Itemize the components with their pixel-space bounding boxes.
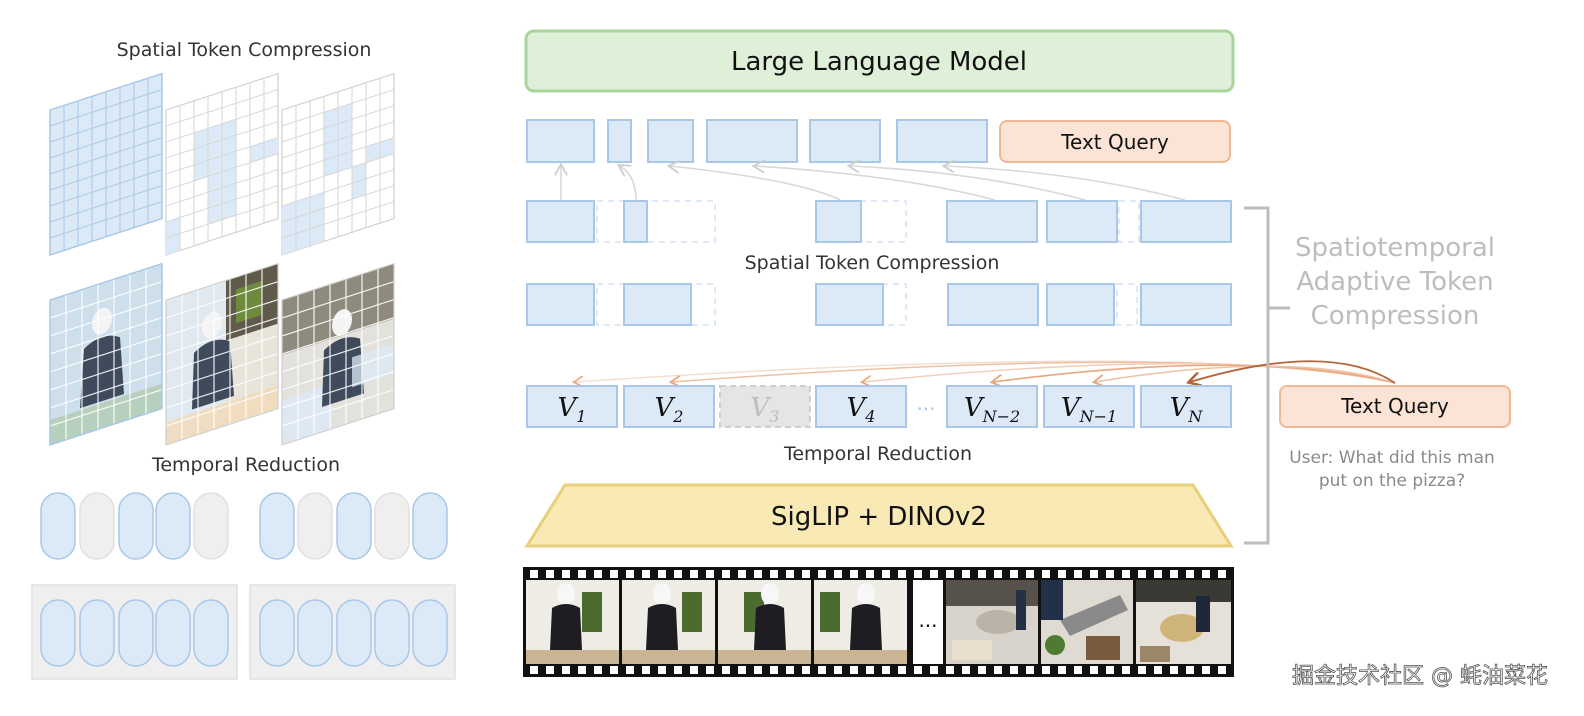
video-frame xyxy=(814,580,907,664)
architecture-diagram: Spatial Token Compression Temporal Reduc… xyxy=(31,29,1548,689)
compressed-tokens-row2 xyxy=(526,283,1232,326)
temporal-reduction-label: Temporal Reduction xyxy=(783,443,972,465)
spatial-compression-title: Spatial Token Compression xyxy=(117,39,372,61)
query-attention-arrows xyxy=(575,360,1396,383)
video-frame xyxy=(1041,580,1133,664)
user-question-line2: put on the pizza? xyxy=(1319,471,1465,491)
compressed-tokens-row1 xyxy=(526,200,1232,243)
llm-block: Large Language Model xyxy=(524,29,1235,93)
spatial-grids xyxy=(49,72,395,256)
temporal-pills-top xyxy=(40,492,448,560)
frame-ellipsis: ... xyxy=(918,608,937,632)
stc-title-line2: Adaptive Token xyxy=(1296,267,1493,297)
temporal-reduction-title: Temporal Reduction xyxy=(151,454,340,476)
stc-bracket xyxy=(1244,206,1290,545)
spatial-compression-label: Spatial Token Compression xyxy=(745,252,1000,274)
video-film-strip: ... xyxy=(523,567,1234,677)
user-question-line1: User: What did this man xyxy=(1289,448,1495,468)
temporal-pills-bottom xyxy=(31,584,456,680)
compression-arrows xyxy=(561,166,1186,201)
svg-text:Text Query: Text Query xyxy=(1060,130,1169,154)
video-frame xyxy=(1136,580,1231,664)
llm-input-tokens xyxy=(526,119,988,163)
stc-title-line1: Spatiotemporal xyxy=(1295,233,1495,263)
video-frame xyxy=(526,580,619,664)
encoder-label: SigLIP + DINOv2 xyxy=(771,502,987,532)
vision-encoder-block: SigLIP + DINOv2 xyxy=(524,483,1234,548)
token-ellipsis: ··· xyxy=(916,397,935,421)
video-frame xyxy=(622,580,715,664)
watermark: 掘金技术社区 @ 蚝油菜花 xyxy=(1292,664,1548,689)
frame-grid-images xyxy=(49,262,395,446)
svg-text:Text Query: Text Query xyxy=(1340,394,1449,418)
llm-label: Large Language Model xyxy=(731,47,1027,77)
text-query-right: Text Query xyxy=(1279,385,1511,428)
video-frame xyxy=(946,580,1038,664)
frame-tokens: V1 V2 V3 V4 ··· VN−2 VN−1 VN xyxy=(526,385,1232,428)
video-frame xyxy=(718,580,811,664)
text-query-top: Text Query xyxy=(999,120,1231,163)
stc-title-line3: Compression xyxy=(1311,301,1480,331)
